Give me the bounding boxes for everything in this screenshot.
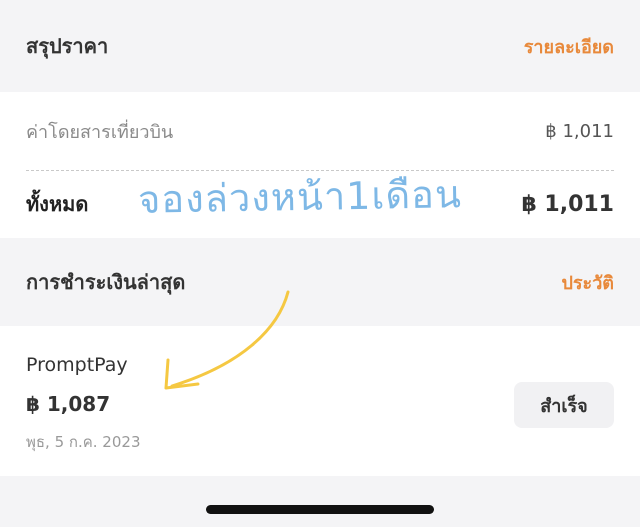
annotation-arrow-icon [164,290,290,390]
total-label: ทั้งหมด [26,192,89,216]
home-indicator[interactable] [206,505,434,514]
payment-method: PromptPay [26,354,128,376]
fare-amount: ฿ 1,011 [545,120,614,142]
fare-row: ค่าโดยสารเที่ยวบิน ฿ 1,011 [26,92,614,170]
details-link[interactable]: รายละเอียด [524,32,614,61]
payment-amount: ฿ 1,087 [26,392,111,416]
total-amount: ฿ 1,011 [521,191,614,217]
price-summary-title: สรุปราคา [26,34,109,58]
latest-payment-card[interactable]: PromptPay ฿ 1,087 พุธ, 5 ก.ค. 2023 สำเร็… [0,326,640,476]
payment-item: PromptPay ฿ 1,087 พุธ, 5 ก.ค. 2023 สำเร็… [26,326,614,476]
fare-label: ค่าโดยสารเที่ยวบิน [26,121,174,143]
payment-date: พุธ, 5 ก.ค. 2023 [26,433,141,451]
payment-summary-screen: สรุปราคา รายละเอียด ค่าโดยสารเที่ยวบิน ฿… [0,0,640,527]
handwritten-annotation: จองล่วงหน้า1เดือน [137,172,463,222]
latest-payment-header: การชำระเงินล่าสุด ประวัติ [0,238,640,326]
history-link[interactable]: ประวัติ [561,268,614,297]
payment-status-badge[interactable]: สำเร็จ [514,382,614,428]
price-summary-header: สรุปราคา รายละเอียด [0,0,640,92]
